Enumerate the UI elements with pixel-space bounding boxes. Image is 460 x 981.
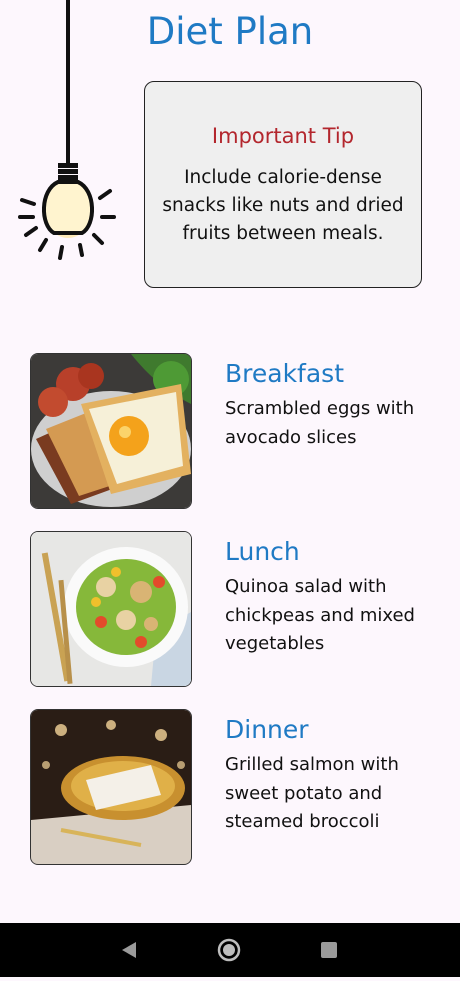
light-bulb-icon	[18, 163, 116, 260]
home-icon[interactable]	[199, 923, 259, 977]
meal-title: Breakfast	[225, 359, 345, 388]
meal-title: Lunch	[225, 537, 300, 566]
meal-card-dinner[interactable]: Dinner Grilled salmon with sweet potato …	[30, 709, 430, 867]
recents-icon[interactable]	[299, 923, 359, 977]
dinner-photo	[30, 709, 192, 865]
meal-title: Dinner	[225, 715, 309, 744]
system-navigation-bar	[0, 923, 460, 977]
page-title: Diet Plan	[146, 10, 314, 53]
tip-heading: Important Tip	[211, 124, 355, 148]
tip-text: Include calorie-dense snacks like nuts a…	[162, 167, 404, 244]
meal-description: Scrambled eggs with avocado slices	[225, 398, 415, 448]
breakfast-photo	[30, 353, 192, 509]
back-icon[interactable]	[99, 923, 159, 977]
tip-card: Important Tip Include calorie-dense snac…	[144, 81, 422, 288]
lunch-photo	[30, 531, 192, 687]
meal-card-lunch[interactable]: Lunch Quinoa salad with chickpeas and mi…	[30, 531, 430, 689]
meal-card-breakfast[interactable]: Breakfast Scrambled eggs with avocado sl…	[30, 353, 430, 511]
meal-description: Quinoa salad with chickpeas and mixed ve…	[225, 576, 415, 654]
meal-description: Grilled salmon with sweet potato and ste…	[225, 754, 399, 832]
